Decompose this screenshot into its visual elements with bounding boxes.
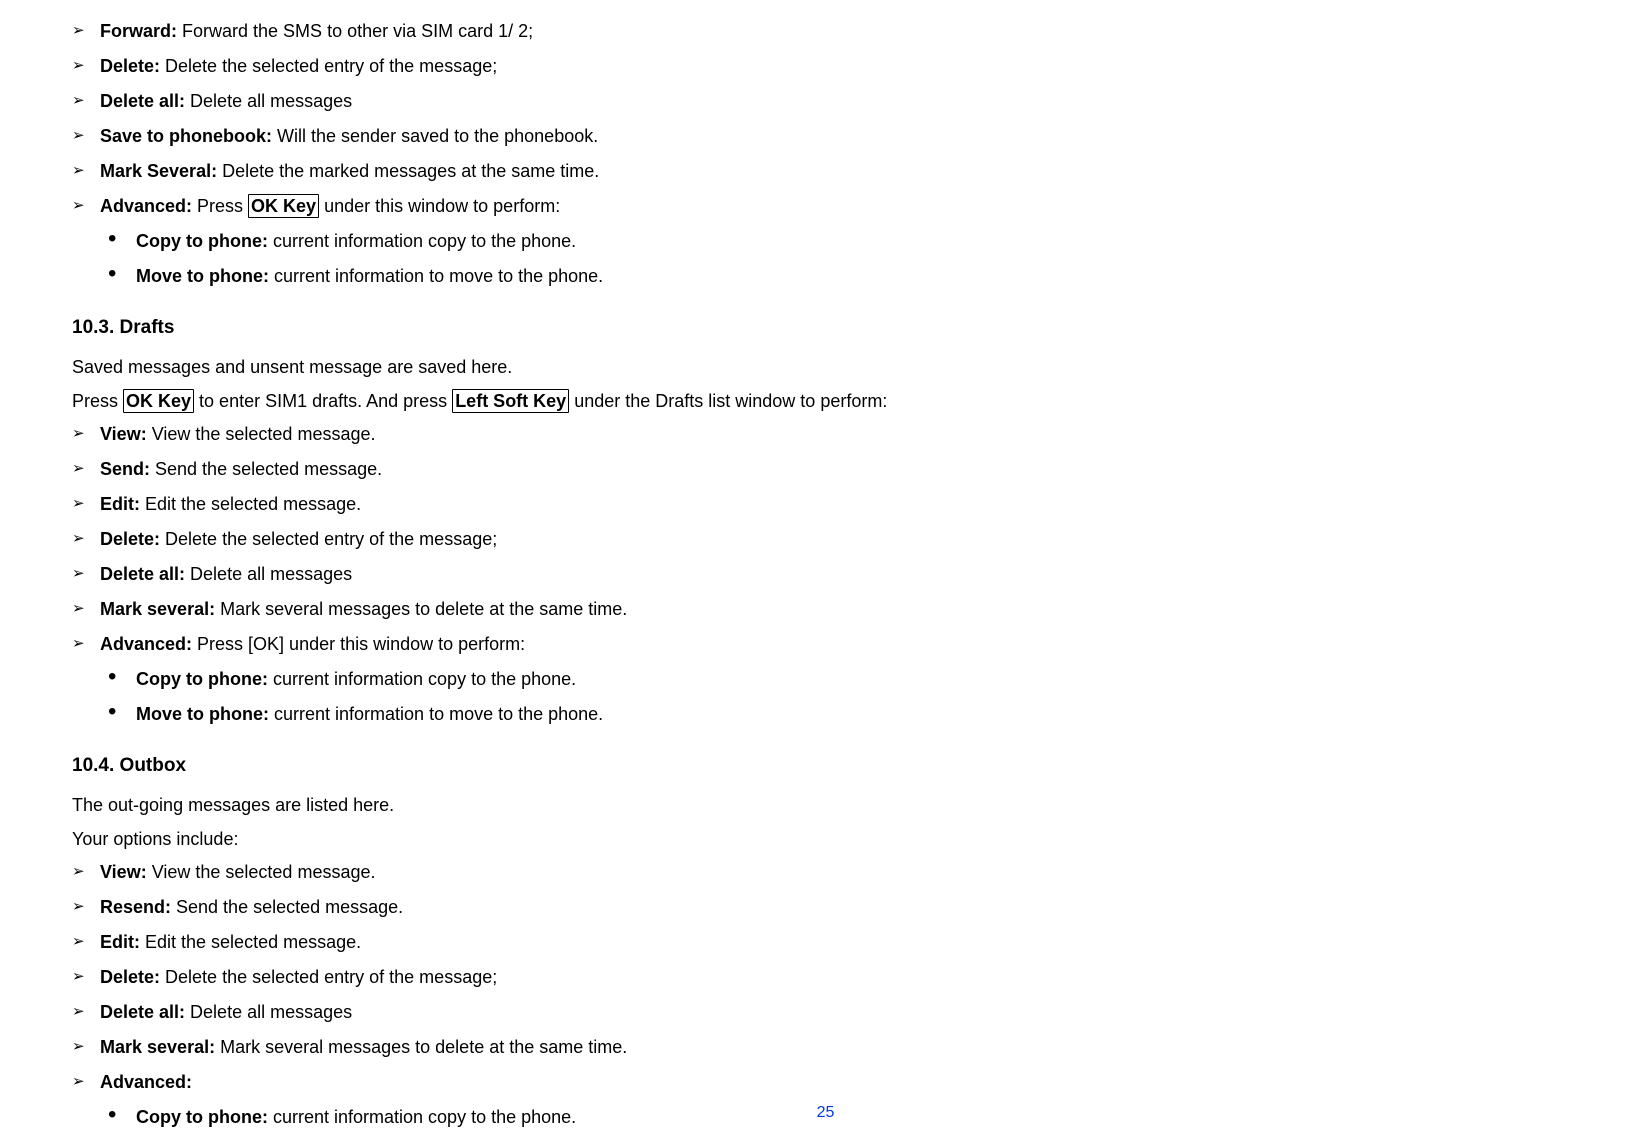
arrow-icon: ➢ [72,631,100,657]
arrow-icon: ➢ [72,421,100,447]
text: Advanced: Press [OK] under this window t… [100,631,525,657]
arrow-icon: ➢ [72,526,100,552]
bullet-icon: • [108,228,136,250]
item-mark-several: ➢Mark several: Mark several messages to … [72,596,1579,622]
item-delete: ➢Delete: Delete the selected entry of th… [72,964,1579,990]
heading-drafts: 10.3. Drafts [72,317,1579,339]
item-view: ➢View: View the selected message. [72,859,1579,885]
arrow-icon: ➢ [72,1034,100,1060]
text: Mark several: Mark several messages to d… [100,596,627,622]
text: Forward: Forward the SMS to other via SI… [100,18,533,44]
item-edit: ➢Edit: Edit the selected message. [72,491,1579,517]
arrow-icon: ➢ [72,18,100,44]
text: Move to phone: current information to mo… [136,701,603,727]
arrow-icon: ➢ [72,859,100,885]
key-label: OK Key [123,389,194,413]
subitem-move: •Move to phone: current information to m… [108,263,1579,289]
item-forward: ➢Forward: Forward the SMS to other via S… [72,18,1579,44]
item-delete: ➢Delete: Delete the selected entry of th… [72,526,1579,552]
text: Delete: Delete the selected entry of the… [100,53,497,79]
arrow-icon: ➢ [72,158,100,184]
item-view: ➢View: View the selected message. [72,421,1579,447]
subitem-copy: •Copy to phone: current information copy… [108,666,1579,692]
text: Edit: Edit the selected message. [100,929,361,955]
key-label: OK Key [248,194,319,218]
text: Delete all: Delete all messages [100,88,352,114]
arrow-icon: ➢ [72,999,100,1025]
item-advanced: ➢Advanced: Press [OK] under this window … [72,631,1579,657]
text: Save to phonebook: Will the sender saved… [100,123,598,149]
subitem-move: •Move to phone: current information to m… [108,701,1579,727]
para: Your options include: [72,825,1579,853]
text: Copy to phone: current information copy … [136,666,576,692]
item-delete-all: ➢Delete all: Delete all messages [72,999,1579,1025]
arrow-icon: ➢ [72,456,100,482]
text: Copy to phone: current information copy … [136,228,576,254]
arrow-icon: ➢ [72,491,100,517]
arrow-icon: ➢ [72,894,100,920]
arrow-icon: ➢ [72,596,100,622]
text: Move to phone: current information to mo… [136,263,603,289]
text: Delete all: Delete all messages [100,561,352,587]
text: Edit: Edit the selected message. [100,491,361,517]
arrow-icon: ➢ [72,123,100,149]
subitem-copy: •Copy to phone: current information copy… [108,228,1579,254]
arrow-icon: ➢ [72,964,100,990]
text: Mark several: Mark several messages to d… [100,1034,627,1060]
arrow-icon: ➢ [72,1069,100,1095]
item-edit: ➢Edit: Edit the selected message. [72,929,1579,955]
item-advanced: ➢Advanced: [72,1069,1579,1095]
text: View: View the selected message. [100,859,375,885]
arrow-icon: ➢ [72,53,100,79]
text: Mark Several: Delete the marked messages… [100,158,599,184]
item-advanced: ➢Advanced: Press OK Key under this windo… [72,193,1579,219]
text: Delete: Delete the selected entry of the… [100,526,497,552]
item-save-phonebook: ➢Save to phonebook: Will the sender save… [72,123,1579,149]
item-mark-several: ➢Mark several: Mark several messages to … [72,1034,1579,1060]
page-content: ➢Forward: Forward the SMS to other via S… [0,0,1651,1130]
arrow-icon: ➢ [72,929,100,955]
bullet-icon: • [108,701,136,723]
text: Delete: Delete the selected entry of the… [100,964,497,990]
text: Advanced: Press OK Key under this window… [100,193,560,219]
item-delete-all: ➢Delete all: Delete all messages [72,561,1579,587]
item-mark-several: ➢Mark Several: Delete the marked message… [72,158,1579,184]
page-number: 25 [0,1104,1651,1122]
text: Advanced: [100,1069,192,1095]
arrow-icon: ➢ [72,561,100,587]
para: Saved messages and unsent message are sa… [72,353,1579,381]
item-delete: ➢Delete: Delete the selected entry of th… [72,53,1579,79]
text: View: View the selected message. [100,421,375,447]
item-delete-all: ➢Delete all: Delete all messages [72,88,1579,114]
bullet-icon: • [108,263,136,285]
key-label: Left Soft Key [452,389,569,413]
arrow-icon: ➢ [72,193,100,219]
bullet-icon: • [108,666,136,688]
arrow-icon: ➢ [72,88,100,114]
para: Press OK Key to enter SIM1 drafts. And p… [72,387,1579,415]
text: Send: Send the selected message. [100,456,382,482]
item-send: ➢Send: Send the selected message. [72,456,1579,482]
para: The out-going messages are listed here. [72,791,1579,819]
heading-outbox: 10.4. Outbox [72,755,1579,777]
item-resend: ➢Resend: Send the selected message. [72,894,1579,920]
text: Resend: Send the selected message. [100,894,403,920]
text: Delete all: Delete all messages [100,999,352,1025]
